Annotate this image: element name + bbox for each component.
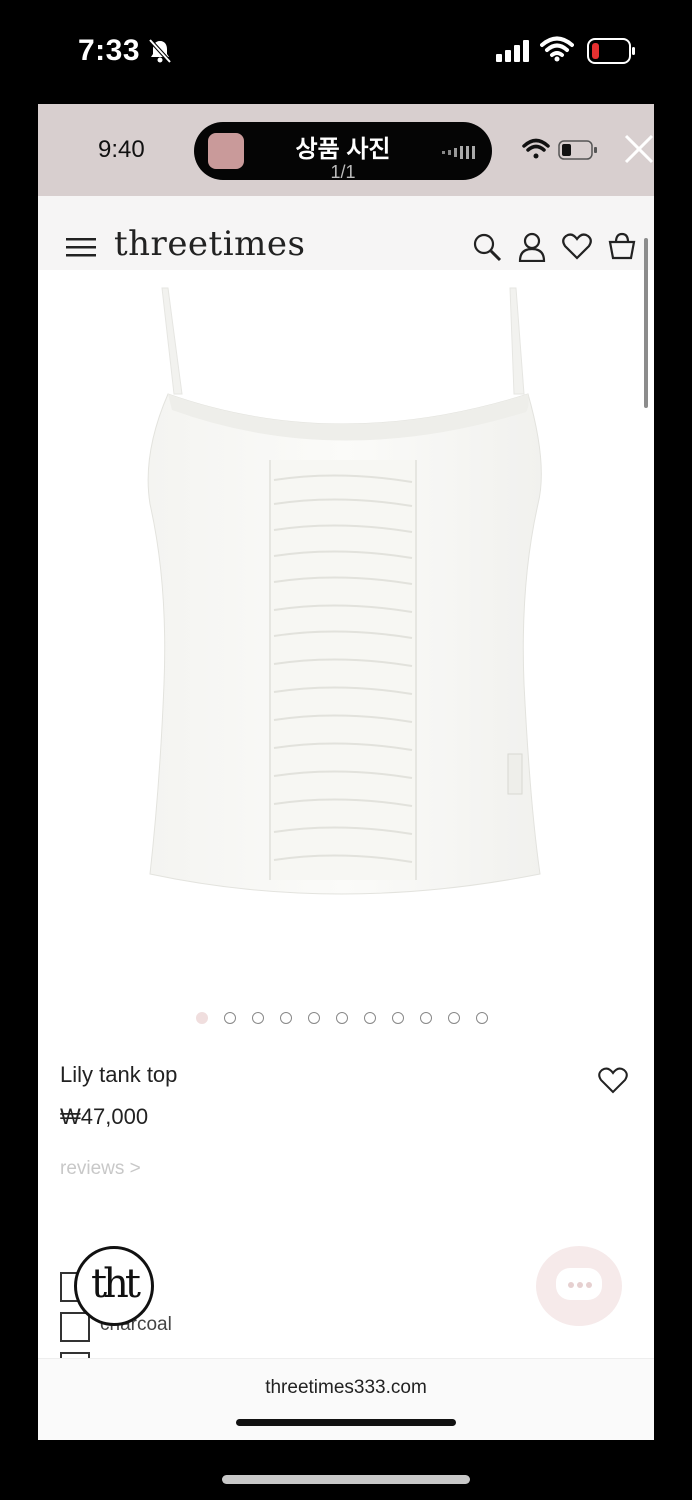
brand-logo[interactable]: threetimes (114, 224, 305, 264)
bell-muted-icon (148, 38, 172, 64)
cellular-signal-icon (496, 40, 529, 62)
viewer-counter: 1/1 (330, 162, 356, 182)
product-name: Lily tank top (60, 1062, 178, 1087)
audio-wave-icon (442, 146, 475, 159)
hamburger-menu-icon[interactable] (66, 238, 96, 258)
pagination-dot[interactable] (476, 1012, 488, 1024)
product-image[interactable] (138, 284, 558, 914)
pagination-dot[interactable] (392, 1012, 404, 1024)
pagination-dot[interactable] (252, 1012, 264, 1024)
pagination-dot[interactable] (224, 1012, 236, 1024)
reviews-link[interactable]: reviews > (60, 1158, 141, 1180)
tht-logo-badge[interactable]: tht (74, 1246, 154, 1326)
product-price: ₩47,000 (60, 1104, 149, 1129)
scrollbar[interactable] (644, 238, 648, 408)
battery-low-icon (587, 38, 635, 64)
chat-dot (577, 1282, 583, 1288)
chat-button[interactable] (536, 1246, 622, 1326)
viewer-status-bar: 9:40 상품 사진 1/1 (38, 104, 654, 196)
pagination-dot[interactable] (308, 1012, 320, 1024)
search-icon[interactable] (472, 232, 502, 262)
pagination-dot[interactable] (280, 1012, 292, 1024)
pagination-dot[interactable] (336, 1012, 348, 1024)
heart-icon[interactable] (598, 1066, 628, 1094)
option-checkbox-charcoal[interactable] (60, 1312, 90, 1342)
url-text: threetimes333.com (265, 1377, 427, 1398)
pagination-dot[interactable] (420, 1012, 432, 1024)
pagination-dot[interactable] (448, 1012, 460, 1024)
wifi-icon (540, 36, 574, 62)
battery-icon (558, 140, 597, 160)
close-icon[interactable] (622, 132, 654, 166)
chat-dot (568, 1282, 574, 1288)
browser-url-bar[interactable]: threetimes333.com (38, 1358, 654, 1440)
chat-dot (586, 1282, 592, 1288)
wifi-icon (522, 138, 550, 159)
account-icon[interactable] (518, 232, 546, 262)
dynamic-island[interactable]: 상품 사진 1/1 (194, 122, 492, 182)
site-header: threetimes (38, 196, 654, 270)
pagination-dot[interactable] (196, 1012, 208, 1024)
pagination-dot[interactable] (364, 1012, 376, 1024)
cart-icon[interactable] (608, 232, 636, 260)
wishlist-icon[interactable] (562, 232, 592, 260)
home-indicator (236, 1419, 456, 1426)
viewer-time: 9:40 (98, 136, 145, 163)
os-time: 7:33 (78, 34, 141, 67)
home-indicator (222, 1475, 470, 1484)
os-status-bar: 7:33 (0, 0, 692, 104)
photo-viewer-frame: 9:40 상품 사진 1/1 threetimes Lily tank top … (38, 104, 654, 1440)
